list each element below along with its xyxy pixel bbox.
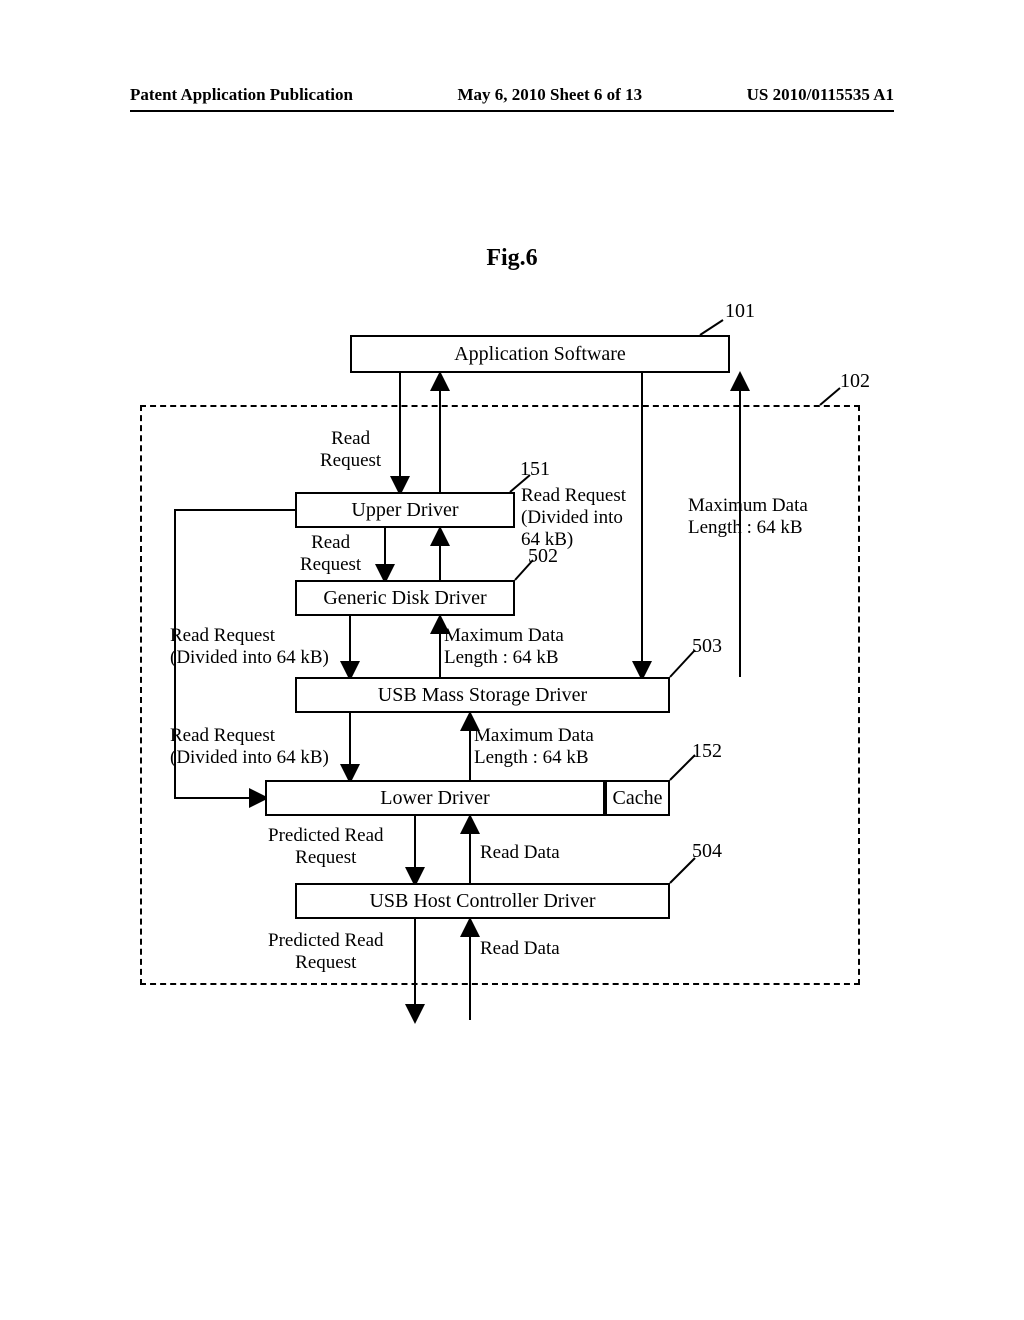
box-label: Application Software — [454, 343, 626, 366]
box-upper-driver: Upper Driver — [295, 492, 515, 528]
box-application-software: Application Software — [350, 335, 730, 373]
diagram: Application Software Upper Driver Generi… — [140, 300, 880, 1080]
box-label: Upper Driver — [351, 499, 458, 522]
box-label: USB Host Controller Driver — [369, 890, 595, 913]
header-right: US 2010/0115535 A1 — [747, 85, 894, 105]
box-label: Lower Driver — [380, 787, 489, 810]
label-max-length-1: Maximum DataLength : 64 kB — [688, 495, 808, 539]
box-label: Cache — [613, 787, 663, 810]
box-usb-host-controller-driver: USB Host Controller Driver — [295, 883, 670, 919]
ref-102: 102 — [840, 370, 870, 393]
box-usb-mass-storage-driver: USB Mass Storage Driver — [295, 677, 670, 713]
header-rule — [130, 110, 894, 112]
ref-503: 503 — [692, 635, 722, 658]
label-predicted-read-1: Predicted ReadRequest — [268, 825, 384, 869]
label-max-length-2: Maximum DataLength : 64 kB — [444, 625, 564, 669]
page-header: Patent Application Publication May 6, 20… — [0, 85, 1024, 105]
ref-152: 152 — [692, 740, 722, 763]
label-read-request-2: ReadRequest — [300, 532, 361, 576]
ref-101: 101 — [725, 300, 755, 323]
box-lower-driver: Lower Driver — [265, 780, 605, 816]
ref-151: 151 — [520, 458, 550, 481]
figure-title: Fig.6 — [0, 245, 1024, 272]
ref-504: 504 — [692, 840, 722, 863]
label-predicted-read-2: Predicted ReadRequest — [268, 930, 384, 974]
label-read-request-div-3: Read Request(Divided into 64 kB) — [170, 725, 329, 769]
box-label: Generic Disk Driver — [323, 587, 486, 610]
box-label: USB Mass Storage Driver — [378, 684, 587, 707]
label-read-request-div-2: Read Request(Divided into 64 kB) — [170, 625, 329, 669]
header-left: Patent Application Publication — [130, 85, 353, 105]
box-generic-disk-driver: Generic Disk Driver — [295, 580, 515, 616]
header-center: May 6, 2010 Sheet 6 of 13 — [457, 85, 642, 105]
box-cache: Cache — [605, 780, 670, 816]
label-read-request-div-1: Read Request(Divided into64 kB) — [521, 485, 626, 551]
label-read-data-2: Read Data — [480, 938, 560, 960]
label-max-length-3: Maximum DataLength : 64 kB — [474, 725, 594, 769]
label-read-data-1: Read Data — [480, 842, 560, 864]
label-read-request-1: ReadRequest — [320, 428, 381, 472]
